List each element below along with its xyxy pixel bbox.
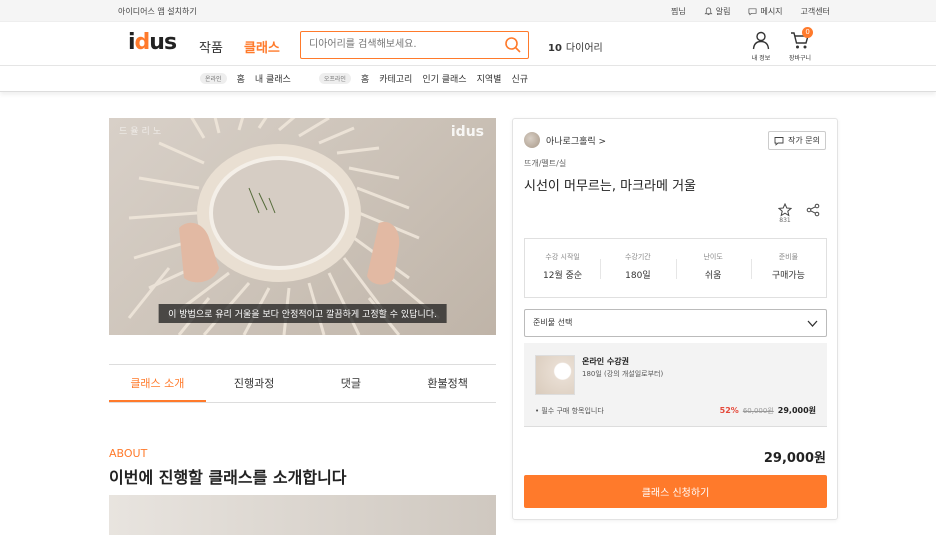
apply-class-button[interactable]: 클래스 신청하기 <box>524 475 827 508</box>
artist-name: 아나로그홀릭 > <box>546 136 607 147</box>
info-value: 180일 <box>625 271 651 281</box>
class-tabs: 클래스 소개 진행과정 댓글 환불정책 <box>109 364 496 403</box>
my-info-button[interactable]: 내 정보 <box>751 30 771 62</box>
wishlist-label: 찜님 <box>670 7 686 16</box>
user-icon <box>752 31 770 50</box>
info-start-date: 수강 시작일 12월 중순 <box>525 239 600 297</box>
idus-watermark: idus <box>450 124 484 140</box>
select-label: 준비물 선택 <box>533 318 573 327</box>
info-materials: 준비물구매가능 <box>750 239 826 297</box>
about-title: 이번에 진행할 클래스를 소개합니다 <box>109 468 347 487</box>
class-info-box: 수강 시작일 12월 중순 수강기간 180일 난이도쉬움 준비물구매가능 <box>524 238 827 298</box>
video-subtitle: 이 방법으로 유리 거울을 보다 안정적이고 깔끔하게 고정할 수 있답니다. <box>158 304 447 323</box>
favorite-count: 831 <box>779 217 791 224</box>
info-difficulty: 난이도쉬움 <box>675 239 751 297</box>
offline-pill: 오프라인 <box>318 73 351 84</box>
discount-rate: 52% <box>719 406 739 415</box>
idus-logo[interactable]: idus <box>128 30 177 55</box>
keyword-text: 다이어리 <box>565 43 603 54</box>
message-link[interactable]: 메시지 <box>748 6 783 17</box>
utility-bar: 아이디어스 앱 설치하기 찜님 알림 메시지 고객센터 <box>0 0 936 22</box>
info-value: 12월 중순 <box>543 271 583 281</box>
macrame-mirror-image <box>127 118 440 335</box>
subnav-online-home[interactable]: 홈 <box>237 72 245 85</box>
info-label: 수강기간 <box>624 253 651 261</box>
subnav-offline-home[interactable]: 홈 <box>361 72 369 85</box>
cart-count-badge: 0 <box>802 27 814 38</box>
inquiry-label: 작가 문의 <box>788 136 820 145</box>
my-info-label: 내 정보 <box>751 55 771 62</box>
class-video[interactable]: 드율리노 idus 이 방법으로 유리 거울을 보다 안정적이고 깔끔하게 고정… <box>109 118 496 335</box>
sale-price: 29,000원 <box>777 406 816 415</box>
tab-intro[interactable]: 클래스 소개 <box>109 365 206 402</box>
message-label: 메시지 <box>760 7 783 16</box>
favorite-button[interactable]: 831 <box>778 203 792 224</box>
subnav-new[interactable]: 신규 <box>511 72 528 85</box>
artist-inquiry-button[interactable]: 작가 문의 <box>768 131 826 150</box>
chat-icon <box>774 136 784 146</box>
bell-icon <box>704 7 713 15</box>
info-label: 수강 시작일 <box>545 253 580 261</box>
option-required-note: • 필수 구매 항목입니다 <box>535 407 604 415</box>
cart-label: 장바구니 <box>789 55 812 62</box>
info-label: 준비물 <box>778 253 799 261</box>
artist-avatar <box>524 132 540 148</box>
tab-comments[interactable]: 댓글 <box>303 365 400 402</box>
utility-links: 찜님 알림 메시지 고객센터 <box>671 6 830 17</box>
chevron-down-icon <box>807 320 818 327</box>
cart-button[interactable]: 0 장바구니 <box>789 27 814 62</box>
about-label: ABOUT <box>109 447 148 460</box>
product-category[interactable]: 뜨개/펠트/실 <box>524 158 566 169</box>
share-icon[interactable] <box>806 203 820 217</box>
product-title: 시선이 머무르는, 마크라메 거울 <box>524 179 697 194</box>
materials-select[interactable]: 준비물 선택 <box>524 309 827 337</box>
option-name: 온라인 수강권 <box>582 357 629 366</box>
info-duration: 수강기간 180일 <box>600 239 675 297</box>
app-install-link[interactable]: 아이디어스 앱 설치하기 <box>118 6 197 17</box>
subnav-my-class[interactable]: 내 클래스 <box>255 72 291 85</box>
nav-works[interactable]: 작품 <box>199 37 223 56</box>
subnav-popular[interactable]: 인기 클래스 <box>422 72 466 85</box>
option-prices: 52% 60,000원 29,000원 <box>720 405 816 416</box>
star-icon <box>778 203 792 217</box>
online-pill: 온라인 <box>200 73 227 84</box>
purchase-panel: 아나로그홀릭 > 작가 문의 뜨개/펠트/실 시선이 머무르는, 마크라메 거울… <box>512 118 838 520</box>
option-thumbnail <box>535 355 575 395</box>
tab-process[interactable]: 진행과정 <box>206 365 303 402</box>
wishlist-link[interactable]: 찜님 <box>671 6 686 17</box>
search-box <box>300 31 529 59</box>
artist-link[interactable]: 아나로그홀릭 > <box>524 132 606 148</box>
alarm-label: 알림 <box>715 7 731 16</box>
option-desc: 180일 (강의 개설일로부터) <box>582 370 664 378</box>
info-value: 쉬움 <box>704 271 722 281</box>
main-header: idus 작품 클래스 10다이어리 내 정보 0 장바구니 <box>0 22 936 66</box>
info-label: 난이도 <box>703 253 723 261</box>
support-link[interactable]: 고객센터 <box>801 6 830 17</box>
trending-keyword[interactable]: 10 다이어리 <box>548 39 603 54</box>
subnav-region[interactable]: 지역별 <box>477 72 502 85</box>
total-price: 29,000원 <box>763 451 826 466</box>
creator-watermark: 드율리노 <box>119 127 165 137</box>
support-label: 고객센터 <box>800 7 830 16</box>
alarm-link[interactable]: 알림 <box>704 6 731 17</box>
about-image <box>109 495 496 535</box>
sub-navigation: 온라인 홈 내 클래스 오프라인 홈 카테고리 인기 클래스 지역별 신규 <box>0 66 936 92</box>
nav-class[interactable]: 클래스 <box>244 37 280 56</box>
selected-option: 온라인 수강권 180일 (강의 개설일로부터) • 필수 구매 항목입니다 5… <box>524 343 827 427</box>
search-input[interactable] <box>301 32 496 57</box>
keyword-rank: 10 <box>548 43 562 54</box>
subnav-category[interactable]: 카테고리 <box>379 72 412 85</box>
message-icon <box>748 8 757 16</box>
search-icon[interactable] <box>504 36 522 54</box>
original-price: 60,000원 <box>742 407 774 415</box>
info-value: 구매가능 <box>771 271 805 281</box>
tab-refund[interactable]: 환불정책 <box>399 365 496 402</box>
